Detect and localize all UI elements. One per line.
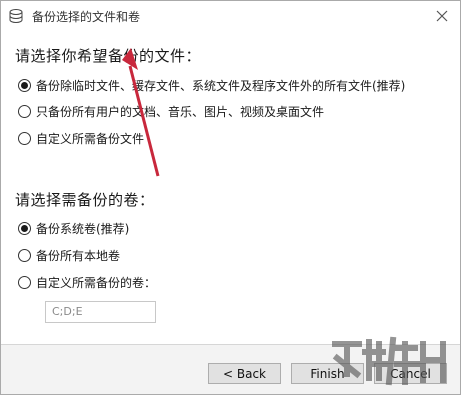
radio-backup-except-temp[interactable]: 备份除临时文件、缓存文件、系统文件及程序文件外的所有文件(推荐)	[18, 76, 405, 94]
radio-indicator[interactable]	[18, 104, 31, 118]
cancel-button[interactable]: Cancel	[374, 363, 447, 384]
radio-backup-user-files[interactable]: 只备份所有用户的文档、音乐、图片、视频及桌面文件	[18, 102, 324, 120]
back-button[interactable]: < Back	[208, 363, 281, 384]
radio-indicator[interactable]	[18, 275, 31, 289]
custom-volumes-field: C;D;E	[45, 301, 156, 323]
radio-label: 自定义所需备份的卷：	[36, 275, 157, 290]
radio-label: 备份系统卷(推荐)	[36, 221, 130, 236]
files-section-heading: 请选择你希望备份的文件：	[15, 47, 202, 65]
title-bar: 备份选择的文件和卷	[1, 1, 460, 31]
radio-custom-files[interactable]: 自定义所需备份文件	[18, 129, 144, 147]
radio-label: 自定义所需备份文件	[36, 131, 145, 146]
radio-system-volume[interactable]: 备份系统卷(推荐)	[18, 219, 129, 237]
radio-indicator[interactable]	[18, 131, 31, 145]
close-icon[interactable]	[432, 6, 452, 26]
backup-dialog: 备份选择的文件和卷 请选择你希望备份的文件： 备份除临时文件、缓存文件、系统文件…	[0, 0, 461, 395]
radio-label: 备份除临时文件、缓存文件、系统文件及程序文件外的所有文件(推荐)	[36, 78, 406, 93]
radio-label: 备份所有本地卷	[36, 248, 121, 263]
database-icon	[9, 9, 23, 23]
finish-button[interactable]: Finish	[291, 363, 364, 384]
radio-custom-volumes[interactable]: 自定义所需备份的卷：	[18, 273, 156, 291]
window-title: 备份选择的文件和卷	[32, 10, 141, 24]
radio-label: 只备份所有用户的文档、音乐、图片、视频及桌面文件	[36, 104, 325, 119]
volumes-section-heading: 请选择需备份的卷：	[15, 191, 155, 209]
radio-indicator[interactable]	[18, 248, 31, 262]
radio-indicator[interactable]	[18, 221, 31, 235]
radio-indicator[interactable]	[18, 78, 31, 92]
radio-all-local-volumes[interactable]: 备份所有本地卷	[18, 246, 120, 264]
